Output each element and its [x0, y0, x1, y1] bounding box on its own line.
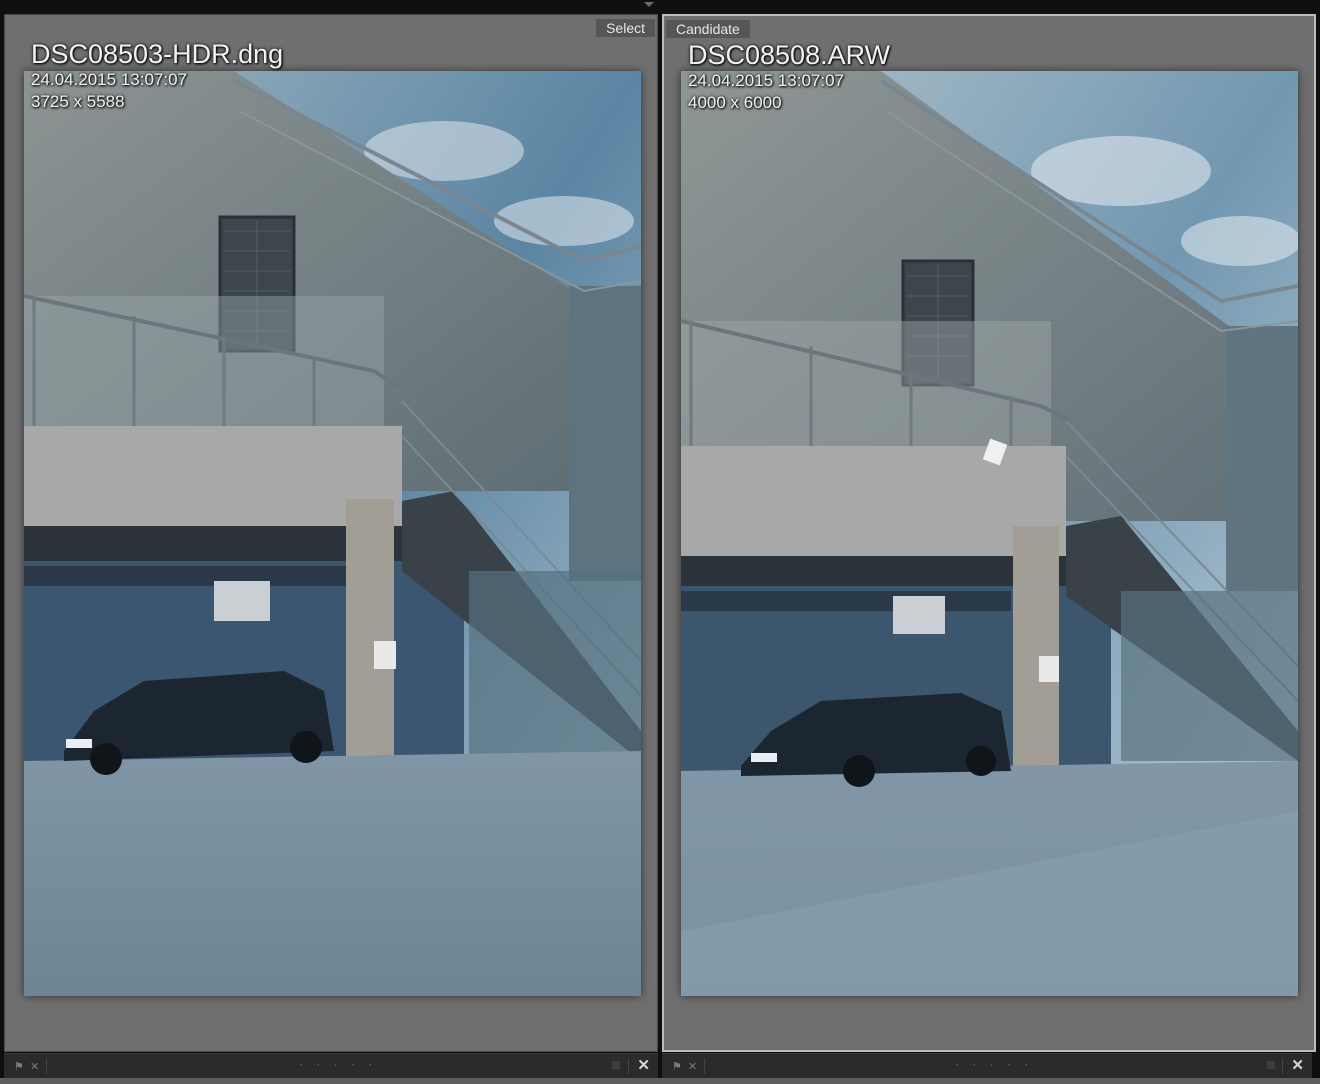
- select-pane[interactable]: Select DSC08503-HDR.dng 24.04.2015 13:07…: [4, 14, 658, 1052]
- reject-flag-icon[interactable]: ✕: [30, 1060, 42, 1073]
- select-toolbar: ⚑ ✕ · · · · · ✕: [4, 1053, 658, 1078]
- select-photo-image: [24, 71, 641, 996]
- select-dimensions: 3725 x 5588: [31, 92, 125, 111]
- select-photo[interactable]: [24, 71, 641, 996]
- close-icon[interactable]: ✕: [637, 1056, 650, 1074]
- toolbar-divider: [704, 1058, 705, 1074]
- toolbar-divider: [1282, 1058, 1283, 1074]
- flag-icon[interactable]: ⚑: [14, 1060, 26, 1073]
- reject-flag-icon[interactable]: ✕: [688, 1060, 700, 1073]
- color-label-swatch[interactable]: [612, 1061, 620, 1069]
- select-filename: DSC08503-HDR.dng: [31, 39, 284, 69]
- candidate-photo-info: DSC08508.ARW 24.04.2015 13:07:07 4000 x …: [688, 40, 890, 114]
- toolbar-divider: [46, 1058, 47, 1074]
- chevron-down-icon[interactable]: [644, 2, 654, 7]
- select-label: Select: [596, 19, 655, 37]
- top-panel-bar: [0, 0, 1320, 13]
- flag-icon[interactable]: ⚑: [672, 1060, 684, 1073]
- toolbar-divider: [628, 1058, 629, 1074]
- candidate-label: Candidate: [666, 20, 750, 38]
- candidate-toolbar: ⚑ ✕ · · · · · ✕: [662, 1053, 1312, 1078]
- candidate-datetime: 24.04.2015 13:07:07: [688, 71, 844, 90]
- rating-stars[interactable]: · · · · ·: [299, 1057, 377, 1071]
- select-datetime: 24.04.2015 13:07:07: [31, 70, 187, 89]
- close-icon[interactable]: ✕: [1291, 1056, 1304, 1074]
- rating-stars[interactable]: · · · · ·: [955, 1057, 1033, 1071]
- candidate-filename: DSC08508.ARW: [688, 40, 891, 70]
- candidate-pane[interactable]: Candidate DSC08508.ARW 24.04.2015 13:07:…: [662, 14, 1316, 1052]
- color-label-swatch[interactable]: [1267, 1061, 1275, 1069]
- candidate-photo[interactable]: [681, 71, 1298, 996]
- select-photo-info: DSC08503-HDR.dng 24.04.2015 13:07:07 372…: [31, 39, 283, 113]
- candidate-dimensions: 4000 x 6000: [688, 93, 782, 112]
- candidate-photo-image: [681, 71, 1298, 996]
- filmstrip-edge: [0, 1078, 1320, 1084]
